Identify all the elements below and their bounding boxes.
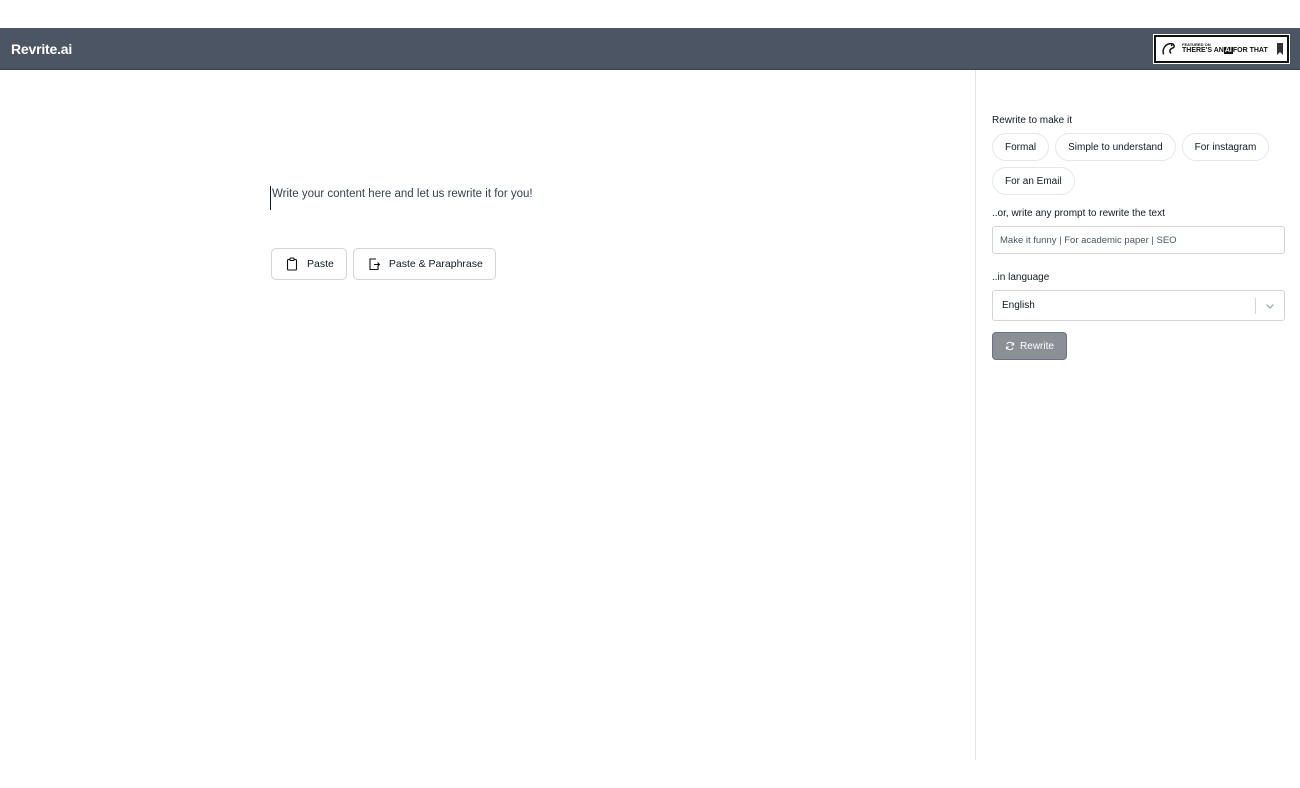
paste-paraphrase-button[interactable]: Paste & Paraphrase — [352, 248, 496, 280]
mascot-icon — [1162, 42, 1175, 55]
featured-badge[interactable]: FEATURED ON THERE'S ANAIFOR THAT — [1153, 33, 1290, 64]
clipboard-icon — [286, 257, 298, 271]
language-value: English — [1002, 300, 1035, 311]
rewrite-style-label: Rewrite to make it — [992, 115, 1073, 126]
content-editor[interactable]: Write your content here and let us rewri… — [270, 186, 870, 210]
app-logo[interactable]: Revrite.ai — [11, 41, 72, 57]
paste-button[interactable]: Paste — [271, 248, 347, 280]
language-label: ..in language — [992, 272, 1050, 283]
top-bar: Revrite.ai FEATURED ON THERE'S ANAIFOR T… — [0, 28, 1300, 70]
prompt-label: ..or, write any prompt to rewrite the te… — [992, 208, 1165, 219]
rewrite-label: Rewrite — [1020, 340, 1054, 352]
editor-actions: Paste Paste & Paraphrase — [271, 248, 496, 280]
chip-formal[interactable]: Formal — [992, 133, 1050, 161]
chevron-down-icon — [1266, 304, 1274, 309]
editor-area: Write your content here and let us rewri… — [0, 70, 975, 760]
rewrite-options-panel: Rewrite to make it Formal Simple to unde… — [975, 70, 1300, 760]
paste-paraphrase-label: Paste & Paraphrase — [388, 258, 483, 270]
language-select[interactable]: English — [992, 290, 1285, 321]
file-transfer-icon — [369, 258, 381, 271]
refresh-icon — [1005, 341, 1015, 351]
editor-placeholder: Write your content here and let us rewri… — [272, 188, 533, 200]
chip-simple[interactable]: Simple to understand — [1055, 133, 1176, 161]
chip-instagram[interactable]: For instagram — [1181, 133, 1270, 161]
select-separator — [1255, 298, 1256, 314]
chip-email[interactable]: For an Email — [992, 167, 1075, 195]
style-chips: Formal Simple to understand For instagra… — [992, 133, 1292, 195]
rewrite-button[interactable]: Rewrite — [992, 332, 1067, 360]
bookmark-icon — [1277, 42, 1283, 55]
paste-label: Paste — [307, 258, 334, 270]
prompt-input[interactable] — [992, 226, 1285, 254]
badge-main-text: THERE'S ANAIFOR THAT — [1182, 47, 1268, 54]
